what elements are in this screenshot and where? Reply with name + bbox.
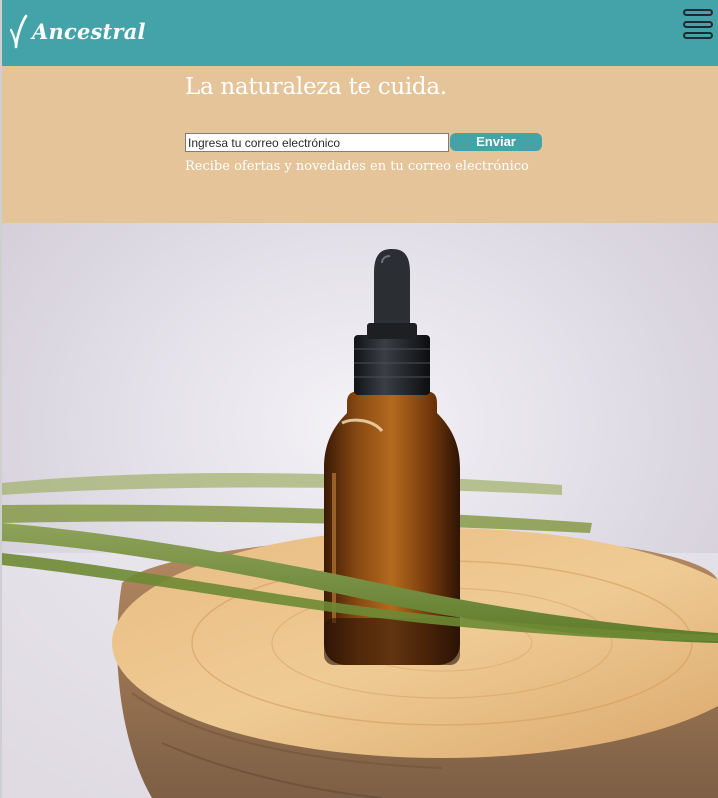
newsletter-title: La naturaleza te cuida. <box>185 74 447 100</box>
hero-image <box>2 223 718 798</box>
hamburger-menu-icon-bar <box>683 32 713 39</box>
hamburger-menu-icon-bar <box>683 9 713 16</box>
newsletter-note: Recibe ofertas y novedades en tu correo … <box>185 159 529 174</box>
hamburger-menu-button[interactable] <box>683 9 715 39</box>
brand-logo-link[interactable]: Ancestral <box>8 14 146 50</box>
hero-product-photo <box>2 223 718 798</box>
leaf-logo-icon <box>9 14 28 49</box>
newsletter-section: La naturaleza te cuida. Enviar Recibe of… <box>2 66 718 223</box>
page: Ancestral La naturaleza te cuida. Enviar… <box>0 0 718 798</box>
hamburger-menu-icon-bar <box>683 20 713 28</box>
brand-name: Ancestral <box>32 19 146 44</box>
email-input[interactable] <box>185 133 449 152</box>
site-header: Ancestral <box>2 0 718 66</box>
submit-button[interactable]: Enviar <box>450 133 542 151</box>
